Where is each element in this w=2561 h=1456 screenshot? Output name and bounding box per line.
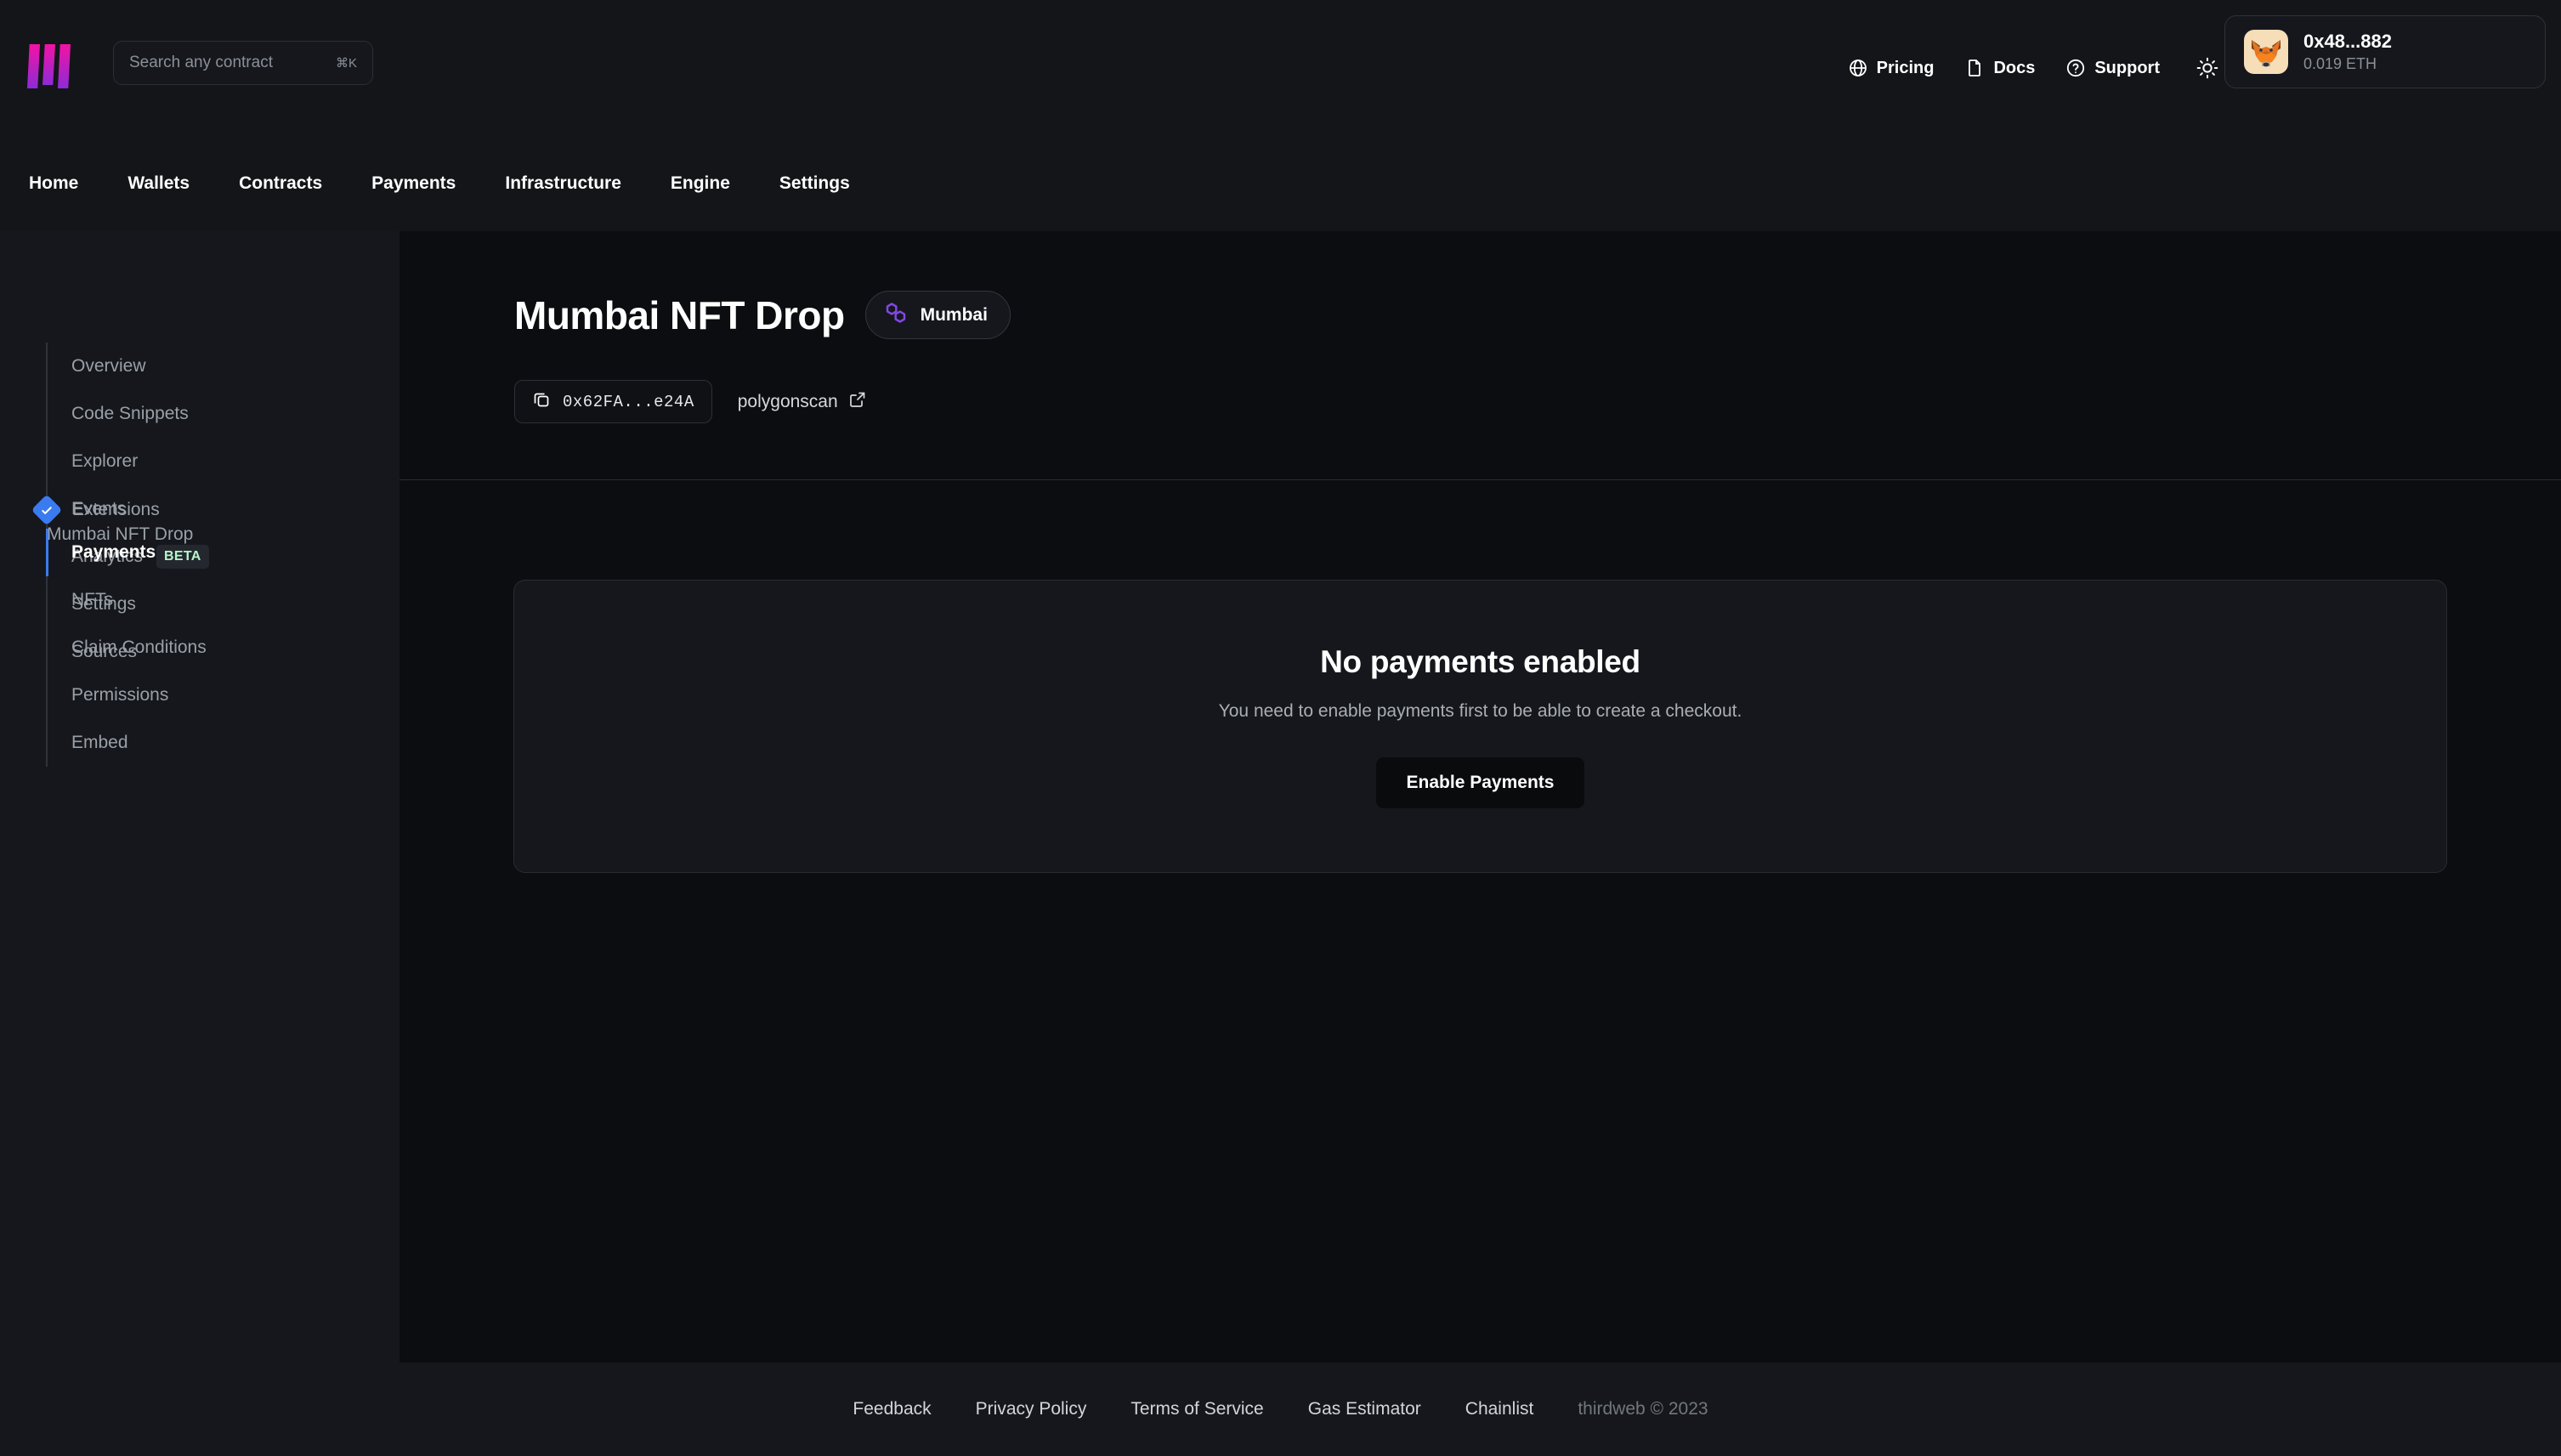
- support-link[interactable]: Support: [2065, 58, 2160, 78]
- search-shortcut-hint: ⌘K: [336, 55, 357, 71]
- footer-link-chainlist[interactable]: Chainlist: [1465, 1399, 1534, 1419]
- wallet-info: 0x48...882 0.019 ETH: [2303, 31, 2392, 73]
- footer-link-privacy-policy[interactable]: Privacy Policy: [976, 1399, 1087, 1419]
- question-circle-icon: [2065, 58, 2086, 78]
- footer-link-feedback[interactable]: Feedback: [853, 1399, 931, 1419]
- sidebar-section-label: Extensions: [72, 500, 160, 520]
- chain-badge[interactable]: Mumbai: [865, 291, 1011, 339]
- pricing-link[interactable]: Pricing: [1848, 58, 1935, 78]
- logo-bar-1: [27, 44, 40, 88]
- app-root: Search any contract ⌘K Pricing: [0, 0, 2561, 1456]
- sidebar-item-embed[interactable]: Embed: [71, 719, 207, 767]
- nav-item-home[interactable]: Home: [29, 173, 78, 194]
- nav-item-infrastructure[interactable]: Infrastructure: [505, 173, 621, 194]
- main-nav: Home Wallets Contracts Payments Infrastr…: [0, 136, 2561, 231]
- sidebar-item-claim-conditions[interactable]: Claim Conditions: [71, 624, 207, 671]
- copy-icon: [532, 390, 551, 413]
- sidebar-item-label: Permissions: [71, 685, 168, 705]
- sidebar-item-label: Explorer: [71, 451, 138, 472]
- blue-diamond-check-icon: [31, 495, 63, 526]
- nav-item-settings[interactable]: Settings: [779, 173, 850, 194]
- sidebar-item-label: Embed: [71, 733, 128, 753]
- document-icon: [1964, 58, 1985, 78]
- content-header: Mumbai NFT Drop Mumbai: [399, 231, 2561, 480]
- external-link-icon: [848, 390, 867, 414]
- sidebar-item-label: Overview: [71, 356, 146, 377]
- sidebar-item-label: NFTs: [71, 590, 113, 610]
- logo-bar-2: [42, 44, 55, 85]
- empty-state-title: No payments enabled: [1320, 644, 1640, 680]
- sidebar-item-permissions[interactable]: Permissions: [71, 671, 207, 719]
- footer-link-gas-estimator[interactable]: Gas Estimator: [1308, 1399, 1421, 1419]
- search-input[interactable]: Search any contract ⌘K: [113, 41, 373, 85]
- nav-item-payments[interactable]: Payments: [371, 173, 456, 194]
- enable-payments-button[interactable]: Enable Payments: [1376, 757, 1585, 808]
- top-bar-links: Pricing Docs: [1848, 0, 2224, 136]
- metamask-fox-avatar-icon: [2244, 30, 2288, 74]
- sidebar-item-label: Claim Conditions: [71, 637, 207, 658]
- wallet-button[interactable]: 0x48...882 0.019 ETH: [2224, 15, 2546, 88]
- sidebar-item-code-snippets[interactable]: Code Snippets: [71, 390, 209, 438]
- chain-name: Mumbai: [921, 305, 988, 326]
- polygonscan-label: polygonscan: [738, 392, 838, 412]
- sidebar-group-extensions: Payments NFTs Claim Conditions Permissio…: [46, 529, 207, 767]
- sidebar-item-payments[interactable]: Payments: [71, 529, 207, 576]
- copy-address-chip[interactable]: 0x62FA...e24A: [514, 380, 712, 423]
- footer-copyright: thirdweb © 2023: [1578, 1399, 1708, 1419]
- support-label: Support: [2094, 59, 2160, 78]
- polygon-icon: [883, 300, 909, 330]
- sidebar-section-extensions: Extensions: [36, 499, 160, 521]
- page-title: Mumbai NFT Drop: [514, 292, 845, 338]
- meta-row: 0x62FA...e24A polygonscan: [514, 380, 867, 423]
- sidebar-item-nfts[interactable]: NFTs: [71, 576, 207, 624]
- top-bar: Search any contract ⌘K Pricing: [0, 0, 2561, 136]
- body-wrap: Mumbai NFT Drop Overview Code Snippets E…: [0, 231, 2561, 1363]
- nav-item-contracts[interactable]: Contracts: [239, 173, 322, 194]
- content-area: Mumbai NFT Drop Mumbai: [399, 231, 2561, 1363]
- sidebar-item-explorer[interactable]: Explorer: [71, 438, 209, 485]
- sidebar-item-overview[interactable]: Overview: [71, 343, 209, 390]
- title-row: Mumbai NFT Drop Mumbai: [514, 291, 1011, 339]
- docs-label: Docs: [1993, 59, 2035, 78]
- footer: Feedback Privacy Policy Terms of Service…: [0, 1363, 2561, 1456]
- sidebar-item-label: Payments: [71, 542, 156, 563]
- wallet-balance: 0.019 ETH: [2303, 56, 2392, 73]
- thirdweb-logo-icon[interactable]: [27, 44, 76, 88]
- nav-item-wallets[interactable]: Wallets: [127, 173, 190, 194]
- empty-state-description: You need to enable payments first to be …: [1219, 701, 1742, 722]
- sidebar: Mumbai NFT Drop Overview Code Snippets E…: [0, 231, 399, 1363]
- nav-item-engine[interactable]: Engine: [671, 173, 730, 194]
- sun-icon[interactable]: [2190, 51, 2224, 85]
- sidebar-item-label: Code Snippets: [71, 404, 189, 424]
- wallet-address: 0x48...882: [2303, 31, 2392, 52]
- empty-state-card: No payments enabled You need to enable p…: [513, 580, 2447, 873]
- pricing-label: Pricing: [1877, 59, 1935, 78]
- logo-bar-3: [58, 44, 71, 88]
- globe-icon: [1848, 58, 1868, 78]
- polygonscan-link[interactable]: polygonscan: [738, 390, 867, 414]
- footer-link-terms-of-service[interactable]: Terms of Service: [1130, 1399, 1263, 1419]
- docs-link[interactable]: Docs: [1964, 58, 2035, 78]
- search-placeholder: Search any contract: [129, 54, 336, 72]
- contract-address: 0x62FA...e24A: [563, 393, 694, 411]
